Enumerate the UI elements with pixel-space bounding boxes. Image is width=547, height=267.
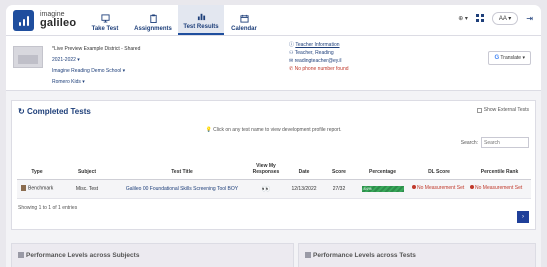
search-box: Search: [461,137,529,148]
col-view-responses[interactable]: View My Responses [247,149,285,180]
cell-percentage: 84% [355,179,410,199]
performance-tests-panel: Performance Levels across Tests [298,243,536,267]
nav-assignments[interactable]: Assignments [130,5,176,35]
school-image [13,46,43,68]
search-input[interactable] [481,137,529,148]
col-percentile-rank[interactable]: Percentile Rank [468,149,531,180]
table-row: Benchmark Misc. Test Galileo 00 Foundati… [17,179,531,199]
col-dl-score[interactable]: DL Score [410,149,468,180]
top-navigation: imagine galileo Take Test Assignments Te… [6,5,541,36]
apps-grid-icon[interactable] [475,13,484,24]
hint-text: 💡 Click on any test name to view develop… [205,127,342,133]
col-score[interactable]: Score [323,149,355,180]
school-selector[interactable]: Imagine Reading Demo School ▾ [52,66,140,77]
panel-title: ↻ Completed Tests [18,107,91,116]
benchmark-icon [21,185,26,192]
panel-title: Performance Levels across Subjects [26,252,140,259]
nav-calendar[interactable]: Calendar [226,5,262,35]
view-responses-icon[interactable]: 👀 [247,179,285,199]
cell-date: 12/13/2022 [285,179,323,199]
bar-chart-icon [197,13,205,21]
calendar-icon [239,14,249,23]
history-icon: ↻ [18,107,25,116]
translate-button[interactable]: G Translate ▾ [488,51,531,65]
percentage-bar: 84% [361,185,404,192]
group-selector[interactable]: Romero Kids ▾ [52,77,140,88]
app-window: imagine galileo Take Test Assignments Te… [6,5,541,267]
chart-icon [18,252,24,258]
cell-score: 27/32 [323,179,355,199]
performance-subjects-panel: Performance Levels across Subjects [11,243,294,267]
cell-subject: Misc. Test [57,179,117,199]
year-selector[interactable]: 2021-2022 ▾ [52,55,140,66]
nav-label: Calendar [231,26,257,32]
google-icon: G [494,55,500,61]
alert-icon [470,185,474,189]
logout-icon[interactable]: ⇥ [526,14,533,23]
lightbulb-icon: 💡 [205,127,212,133]
nav-take-test[interactable]: Take Test [84,5,126,35]
brand-line2: galileo [40,17,77,29]
teacher-info: ⓘ Teacher Information ⚇ Teacher, Reading… [289,41,349,73]
avatar-initials: AA [498,16,507,22]
chart-icon [305,252,311,258]
teacher-email[interactable]: ✉ readingteacher@ey.il [289,57,349,65]
col-type[interactable]: Type [17,149,57,180]
nav-label: Assignments [134,26,172,32]
teacher-name: ⚇ Teacher, Reading [289,50,334,56]
globe-language-icon[interactable]: ⊕ ▾ [458,15,468,22]
col-percentage[interactable]: Percentage [355,149,410,180]
results-table: Type Subject Test Title View My Response… [17,149,531,199]
col-subject[interactable]: Subject [57,149,117,180]
cell-dl-score: No Measurement Set [410,179,468,199]
nav-label: Take Test [91,26,119,32]
teacher-phone: ✆ No phone number found [289,66,349,72]
monitor-icon [100,14,110,23]
context-selectors: *Live Preview Example District - Shared … [52,44,140,88]
next-page-button[interactable]: › [517,211,529,223]
brand-name[interactable]: imagine galileo [40,11,76,29]
galileo-logo-icon[interactable] [13,9,34,31]
col-date[interactable]: Date [285,149,323,180]
district-name: *Live Preview Example District - Shared [52,46,141,52]
right-tools: ⊕ ▾ AA ▾ ⇥ [458,12,533,25]
context-bar: *Live Preview Example District - Shared … [6,36,541,91]
alert-icon [412,185,416,189]
external-tests-checkbox[interactable] [476,107,482,113]
col-test-title[interactable]: Test Title [117,149,247,180]
clipboard-icon [149,14,157,23]
showing-entries: Showing 1 to 1 of 1 entries [18,205,78,211]
show-external-tests[interactable]: Show External Tests [476,107,529,113]
panel-title: Performance Levels across Tests [313,252,416,259]
user-menu[interactable]: AA ▾ [491,12,519,25]
nav-label: Test Results [183,24,219,30]
teacher-info-link[interactable]: ⓘ Teacher Information [289,41,349,49]
nav-test-results[interactable]: Test Results [178,5,224,35]
completed-tests-panel: ↻ Completed Tests Show External Tests 💡 … [11,100,536,230]
cell-type: Benchmark [17,179,57,199]
cell-percentile-rank: No Measurement Set [468,179,531,199]
test-title-link[interactable]: Galileo 00 Foundational Skills Screening… [117,179,247,199]
